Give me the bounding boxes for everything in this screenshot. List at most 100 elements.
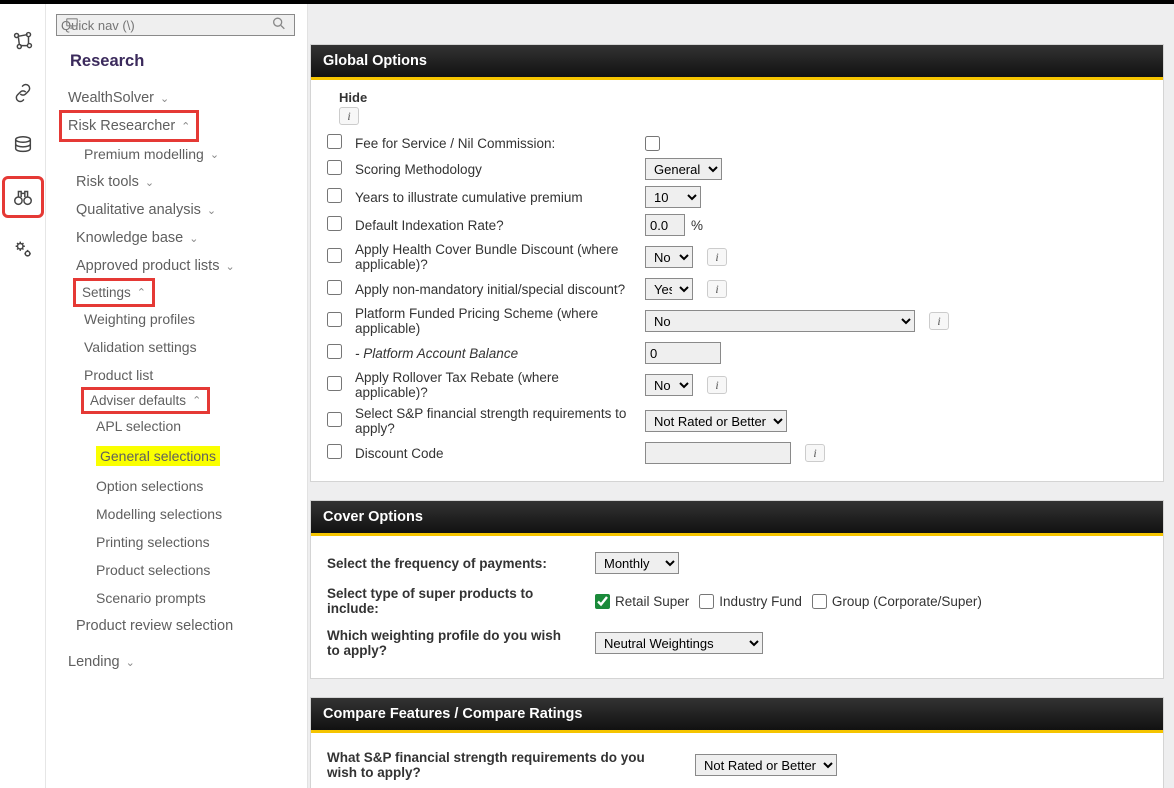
icon-rail [0,4,46,788]
chevron-down-icon: ⌄ [189,232,198,245]
years-select[interactable]: 10 [645,186,701,208]
row-sp-requirements: Select S&P financial strength requiremen… [327,403,1147,439]
chevron-down-icon: ⌄ [145,176,154,189]
nav-qualitative[interactable]: Qualitative analysis⌄ [62,197,295,223]
hide-checkbox[interactable] [327,160,342,175]
info-icon[interactable]: i [707,376,727,394]
hide-checkbox[interactable] [327,248,342,263]
nav-apl-selection[interactable]: APL selection [62,413,295,439]
quicknav-input[interactable] [56,14,295,36]
hide-checkbox[interactable] [327,134,342,149]
nav-risk-researcher[interactable]: Risk Researcher⌃ [62,113,196,139]
row-health-bundle: Apply Health Cover Bundle Discount (wher… [327,239,1147,275]
bundle-select[interactable]: No [645,246,693,268]
sidebar: Research WealthSolver⌄ Risk Researcher⌃ … [46,4,308,788]
hide-checkbox[interactable] [327,412,342,427]
panel-heading: Compare Features / Compare Ratings [311,698,1163,733]
panel-cover-options: Cover Options Select the frequency of pa… [310,500,1164,679]
row-platform-balance: - Platform Account Balance [327,339,1147,367]
row-compare-sp: What S&P financial strength requirements… [327,743,1147,787]
platform-select[interactable]: No [645,310,915,332]
row-discount-code: Discount Code i [327,439,1147,467]
chevron-up-icon: ⌃ [137,286,146,299]
nav-printing-selections[interactable]: Printing selections [62,529,295,555]
nav-heading-research: Research [70,52,295,71]
row-weighting-profile: Which weighting profile do you wish to a… [327,622,1147,664]
nonmand-select[interactable]: Yes [645,278,693,300]
nav-product-selections[interactable]: Product selections [62,557,295,583]
discount-code-input[interactable] [645,442,791,464]
row-frequency: Select the frequency of payments: Monthl… [327,546,1147,580]
chevron-down-icon: ⌄ [207,204,216,217]
rail-stack-icon[interactable] [4,126,42,164]
info-icon[interactable]: i [805,444,825,462]
hide-checkbox[interactable] [327,312,342,327]
rollover-select[interactable]: No [645,374,693,396]
hide-checkbox[interactable] [327,344,342,359]
fee-checkbox[interactable] [645,136,660,151]
nav-risk-tools[interactable]: Risk tools⌄ [62,169,295,195]
nav-knowledge-base[interactable]: Knowledge base⌄ [62,225,295,251]
hide-checkbox[interactable] [327,444,342,459]
panel-heading: Global Options [311,45,1163,80]
info-icon[interactable]: i [929,312,949,330]
nav-validation-settings[interactable]: Validation settings [62,334,295,360]
indexation-input[interactable] [645,214,685,236]
main-content: Global Options Hide i Fee for Service / … [308,4,1174,788]
hide-checkbox[interactable] [327,376,342,391]
nav-weighting-profiles[interactable]: Weighting profiles [62,306,295,332]
retail-super-check[interactable]: Retail Super [595,594,689,609]
hide-checkbox[interactable] [327,188,342,203]
sp-select[interactable]: Not Rated or Better [645,410,787,432]
chevron-up-icon: ⌃ [192,394,201,407]
info-icon[interactable]: i [339,107,359,125]
rail-link-icon[interactable] [4,74,42,112]
row-nonmandatory-discount: Apply non-mandatory initial/special disc… [327,275,1147,303]
balance-input[interactable] [645,342,721,364]
chevron-down-icon: ⌄ [160,92,169,105]
search-icon [271,16,287,35]
chevron-down-icon: ⌄ [210,148,219,161]
nav-option-selections[interactable]: Option selections [62,473,295,499]
industry-fund-check[interactable]: Industry Fund [699,594,802,609]
row-fee-for-service: Fee for Service / Nil Commission: [327,131,1147,155]
nav-premium-modelling[interactable]: Premium modelling⌄ [62,141,295,167]
nav-general-selections[interactable]: General selections [62,441,295,471]
chevron-up-icon: ⌃ [181,120,190,133]
panel-heading: Cover Options [311,501,1163,536]
scoring-select[interactable]: General [645,158,722,180]
row-rollover-tax: Apply Rollover Tax Rebate (where applica… [327,367,1147,403]
nav-lending[interactable]: Lending⌄ [62,649,295,675]
nav-modelling-selections[interactable]: Modelling selections [62,501,295,527]
monitor-icon [64,17,80,34]
quicknav-wrapper [56,14,295,36]
info-icon[interactable]: i [707,280,727,298]
frequency-select[interactable]: Monthly [595,552,679,574]
panel-global-options: Global Options Hide i Fee for Service / … [310,44,1164,482]
row-platform-funded: Platform Funded Pricing Scheme (where ap… [327,303,1147,339]
chevron-down-icon: ⌄ [126,656,135,669]
panel-compare: Compare Features / Compare Ratings What … [310,697,1164,788]
weighting-select[interactable]: Neutral Weightings [595,632,763,654]
nav-scenario-prompts[interactable]: Scenario prompts [62,585,295,611]
info-icon[interactable]: i [707,248,727,266]
rail-binoculars-icon[interactable] [4,178,42,216]
nav-product-list[interactable]: Product list [62,362,295,388]
hide-checkbox[interactable] [327,280,342,295]
row-years-illustrate: Years to illustrate cumulative premium 1… [327,183,1147,211]
row-default-indexation: Default Indexation Rate? % [327,211,1147,239]
rail-gear-icon[interactable] [4,230,42,268]
compare-sp-select[interactable]: Not Rated or Better [695,754,837,776]
hide-checkbox[interactable] [327,216,342,231]
chevron-down-icon: ⌄ [225,260,234,273]
nav-product-review-selection[interactable]: Product review selection [62,613,295,639]
hide-column-header: Hide [339,90,1147,105]
nav-apl[interactable]: Approved product lists⌄ [62,253,295,279]
nav-settings[interactable]: Settings⌃ [76,281,152,304]
rail-network-icon[interactable] [4,22,42,60]
nav-adviser-defaults[interactable]: Adviser defaults⌃ [84,390,207,411]
row-super-products: Select type of super products to include… [327,580,1147,622]
row-scoring-methodology: Scoring Methodology General [327,155,1147,183]
nav-wealthsolver[interactable]: WealthSolver⌄ [62,85,295,111]
group-super-check[interactable]: Group (Corporate/Super) [812,594,982,609]
